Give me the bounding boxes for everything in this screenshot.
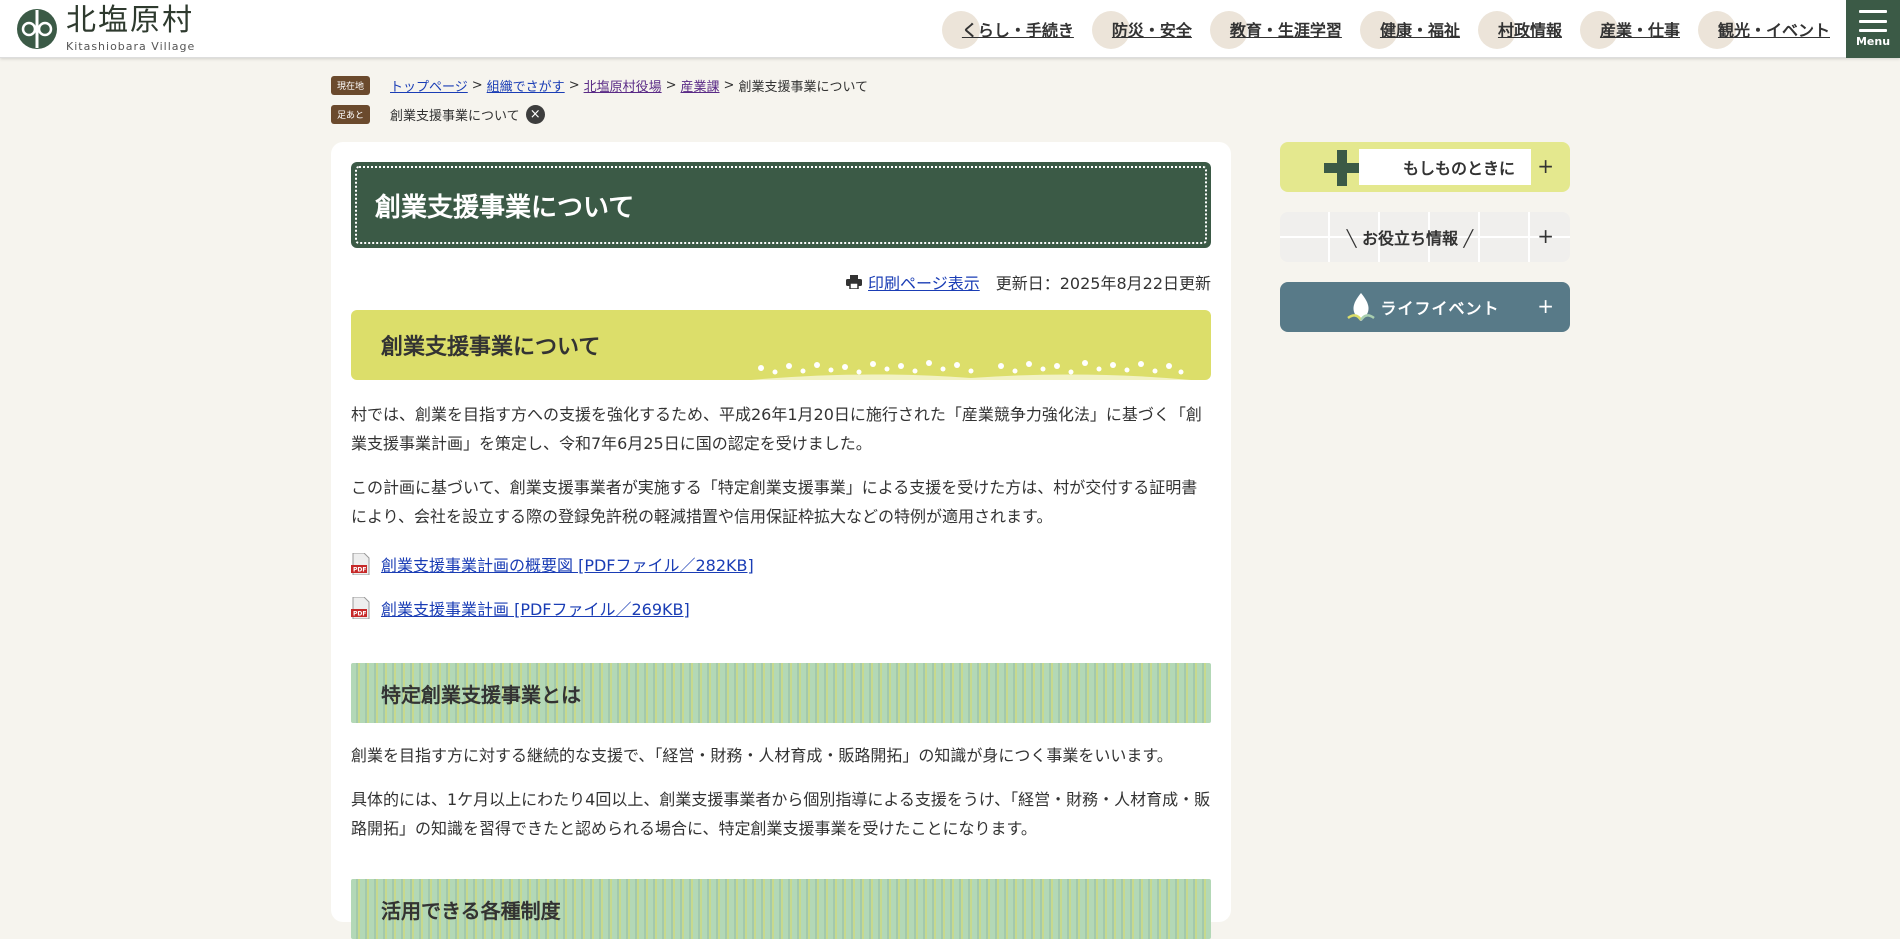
expand-plus-icon: + bbox=[1537, 154, 1554, 178]
current-location-badge: 現在地 bbox=[331, 75, 371, 95]
pdf-file-icon: PDF bbox=[351, 553, 370, 575]
section-heading-specific-support: 特定創業支援事業とは bbox=[351, 663, 1211, 723]
paragraph-intro-1: 村では、創業を目指す方への支援を強化するため、平成26年1月20日に施行された「… bbox=[351, 405, 1202, 453]
site-logo[interactable]: 北塩原村 Kitashiobara Village bbox=[16, 4, 195, 53]
print-page-link[interactable]: 印刷ページ表示 bbox=[868, 270, 980, 294]
flower-decoration-icon bbox=[751, 360, 1191, 380]
page-meta: 印刷ページ表示 更新日：2025年8月22日更新 bbox=[351, 270, 1211, 294]
expand-plus-icon: + bbox=[1537, 224, 1554, 248]
paragraph-specific-2: 具体的には、1ケ月以上にわたり4回以上、創業支援事業者から個別指導による支援をう… bbox=[351, 790, 1211, 838]
useful-info-label: ╲ お役立ち情報 ╱ bbox=[1346, 229, 1474, 248]
clear-history-icon[interactable]: × bbox=[525, 104, 545, 124]
nav-education[interactable]: 教育・生涯学習 bbox=[1209, 9, 1356, 49]
breadcrumb-top[interactable]: トップページ bbox=[390, 76, 468, 95]
breadcrumb-industry-dept[interactable]: 産業課 bbox=[681, 76, 720, 95]
emergency-label: もしものときに bbox=[1358, 149, 1531, 185]
page-title-box: 創業支援事業について bbox=[351, 162, 1211, 248]
nav-health[interactable]: 健康・福祉 bbox=[1359, 9, 1474, 49]
leaf-drop-icon bbox=[1347, 293, 1375, 321]
global-nav: くらし・手続き 防災・安全 教育・生涯学習 健康・福祉 村政情報 産業・仕事 観… bbox=[938, 0, 1844, 58]
section-heading-about: 創業支援事業について bbox=[351, 310, 1211, 380]
first-aid-cross-icon bbox=[1324, 150, 1360, 186]
main-content: 創業支援事業について 印刷ページ表示 更新日：2025年8月22日更新 創業支援… bbox=[331, 142, 1231, 939]
section-heading-systems: 活用できる各種制度 bbox=[351, 879, 1211, 939]
site-header: 北塩原村 Kitashiobara Village くらし・手続き 防災・安全 … bbox=[0, 0, 1900, 58]
village-emblem-icon bbox=[17, 9, 57, 49]
history-row: 足あと 創業支援事業について × bbox=[331, 103, 868, 125]
hamburger-icon bbox=[1859, 10, 1887, 32]
breadcrumb-current-row: 現在地 トップページ > 組織でさがす > 北塩原村役場 > 産業課 > 創業支… bbox=[331, 74, 868, 96]
sidebar: もしものときに + ╲ お役立ち情報 ╱ + ライフイベント + bbox=[1280, 142, 1570, 352]
nav-living[interactable]: くらし・手続き bbox=[941, 9, 1088, 49]
svg-text:PDF: PDF bbox=[353, 567, 366, 574]
breadcrumb-village-office[interactable]: 北塩原村役場 bbox=[584, 76, 662, 95]
printer-icon bbox=[846, 275, 863, 289]
life-event-button[interactable]: ライフイベント + bbox=[1280, 282, 1570, 332]
pdf-file-icon: PDF bbox=[351, 597, 370, 619]
menu-button[interactable]: Menu bbox=[1846, 0, 1900, 58]
history-badge: 足あと bbox=[331, 104, 371, 124]
history-item[interactable]: 創業支援事業について bbox=[390, 105, 520, 124]
updated-date: 更新日：2025年8月22日更新 bbox=[995, 274, 1211, 293]
svg-text:PDF: PDF bbox=[353, 611, 366, 618]
life-event-label: ライフイベント bbox=[1380, 299, 1500, 318]
pdf-link-row: PDF 創業支援事業計画 [PDFファイル／269KB] bbox=[351, 596, 1211, 620]
page-title: 創業支援事業について bbox=[375, 192, 635, 223]
menu-label: Menu bbox=[1855, 35, 1891, 48]
nav-tourism[interactable]: 観光・イベント bbox=[1697, 9, 1844, 49]
paragraph-intro-2: この計画に基づいて、創業支援事業者が実施する「特定創業支援事業」による支援を受け… bbox=[351, 478, 1198, 526]
logo-title: 北塩原村 bbox=[66, 3, 194, 38]
emergency-button[interactable]: もしものときに + bbox=[1280, 142, 1570, 192]
nav-industry[interactable]: 産業・仕事 bbox=[1579, 9, 1694, 49]
breadcrumb: 現在地 トップページ > 組織でさがす > 北塩原村役場 > 産業課 > 創業支… bbox=[331, 74, 868, 132]
paragraph-specific-1: 創業を目指す方に対する継続的な支援で、「経営・財務・人材育成・販路開拓」の知識が… bbox=[351, 746, 1173, 765]
nav-administration[interactable]: 村政情報 bbox=[1477, 9, 1576, 49]
pdf-link-plan[interactable]: 創業支援事業計画 [PDFファイル／269KB] bbox=[381, 596, 690, 620]
breadcrumb-current: 創業支援事業について bbox=[738, 79, 869, 95]
useful-info-button[interactable]: ╲ お役立ち情報 ╱ + bbox=[1280, 212, 1570, 262]
breadcrumb-organization[interactable]: 組織でさがす bbox=[487, 76, 565, 95]
expand-plus-icon: + bbox=[1537, 294, 1554, 318]
pdf-link-row: PDF 創業支援事業計画の概要図 [PDFファイル／282KB] bbox=[351, 552, 1211, 576]
pdf-link-overview[interactable]: 創業支援事業計画の概要図 [PDFファイル／282KB] bbox=[381, 552, 754, 576]
logo-subtitle: Kitashiobara Village bbox=[66, 40, 196, 53]
nav-disaster[interactable]: 防災・安全 bbox=[1091, 9, 1206, 49]
